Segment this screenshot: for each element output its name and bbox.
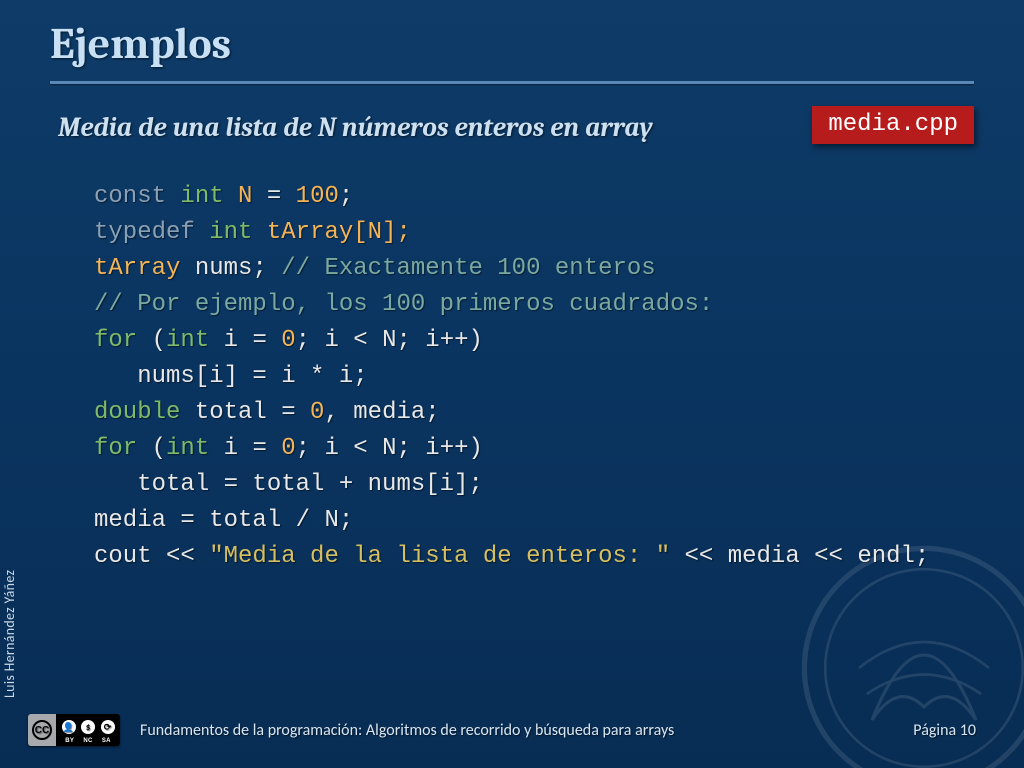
cc-nc-icon: $ xyxy=(81,720,95,734)
slide-title: Ejemplos xyxy=(50,18,974,69)
comment: // Exactamente 100 enteros xyxy=(267,255,656,282)
cc-sa-icon: ⟳ xyxy=(101,720,115,734)
paren: ( xyxy=(137,327,166,354)
author-sidebar: Luis Hernández Yáñez xyxy=(1,570,18,698)
file-badge: media.cpp xyxy=(812,106,974,144)
id-media: , media; xyxy=(324,399,439,426)
id-N: N xyxy=(238,183,252,210)
footer-page: Página 10 xyxy=(913,721,976,740)
lit-0: 0 xyxy=(281,435,295,462)
cc-sa-label: SA xyxy=(102,738,111,744)
cc-circle-icon: CC xyxy=(32,720,52,740)
id-total: total = xyxy=(180,399,310,426)
cc-nc-label: NC xyxy=(83,738,92,744)
content-area: Media de una lista de N números enteros … xyxy=(0,84,1024,575)
kw-for: for xyxy=(94,327,137,354)
id-nums: nums; xyxy=(195,255,267,282)
cc-logo: CC xyxy=(28,714,56,746)
id-tArray: tArray xyxy=(267,219,353,246)
lit-0: 0 xyxy=(281,327,295,354)
cc-by-icon: 👤 xyxy=(62,720,76,734)
code-block: const int N = 100; typedef int tArray[N]… xyxy=(94,179,966,575)
lit-100: 100 xyxy=(296,183,339,210)
cc-by-label: BY xyxy=(65,738,74,744)
string-lit: "Media de la lista de enteros: " xyxy=(209,543,670,570)
for-tail: ; i < N; i++) xyxy=(296,435,483,462)
cout-tail: << media << endl; xyxy=(670,543,929,570)
comment: // Por ejemplo, los 100 primeros cuadrad… xyxy=(94,291,713,318)
kw-int: int xyxy=(180,183,223,210)
id-i: i = xyxy=(209,435,281,462)
cc-license-badge: CC 👤 $ ⟳ BY NC SA xyxy=(28,714,120,746)
cc-icons-row: 👤 $ ⟳ xyxy=(56,714,120,738)
stmt: nums[i] = i * i; xyxy=(94,363,368,390)
kw-int: int xyxy=(166,435,209,462)
footer: CC 👤 $ ⟳ BY NC SA Fundamentos de la prog… xyxy=(0,714,1024,746)
for-tail: ; i < N; i++) xyxy=(296,327,483,354)
op-semi: ; xyxy=(339,183,353,210)
kw-for: for xyxy=(94,435,137,462)
paren: ( xyxy=(137,435,166,462)
stmt: media = total / N; xyxy=(94,507,353,534)
kw-typedef: typedef xyxy=(94,219,195,246)
kw-int: int xyxy=(209,219,252,246)
cc-terms: 👤 $ ⟳ BY NC SA xyxy=(56,714,120,746)
title-bar: Ejemplos xyxy=(0,0,1024,77)
id-tArray: tArray xyxy=(94,255,180,282)
footer-course: Fundamentos de la programación: Algoritm… xyxy=(140,721,913,740)
lit-0: 0 xyxy=(310,399,324,426)
slide: Ejemplos Media de una lista de N números… xyxy=(0,0,1024,768)
kw-const: const xyxy=(94,183,166,210)
cc-labels-row: BY NC SA xyxy=(56,738,120,746)
page-number: 10 xyxy=(960,721,976,740)
id-cout: cout << xyxy=(94,543,209,570)
kw-int: int xyxy=(166,327,209,354)
bracket-N: [N]; xyxy=(353,219,411,246)
page-label: Página xyxy=(913,721,956,740)
op-assign: = xyxy=(252,183,295,210)
stmt: total = total + nums[i]; xyxy=(94,471,483,498)
id-i: i = xyxy=(209,327,281,354)
kw-double: double xyxy=(94,399,180,426)
